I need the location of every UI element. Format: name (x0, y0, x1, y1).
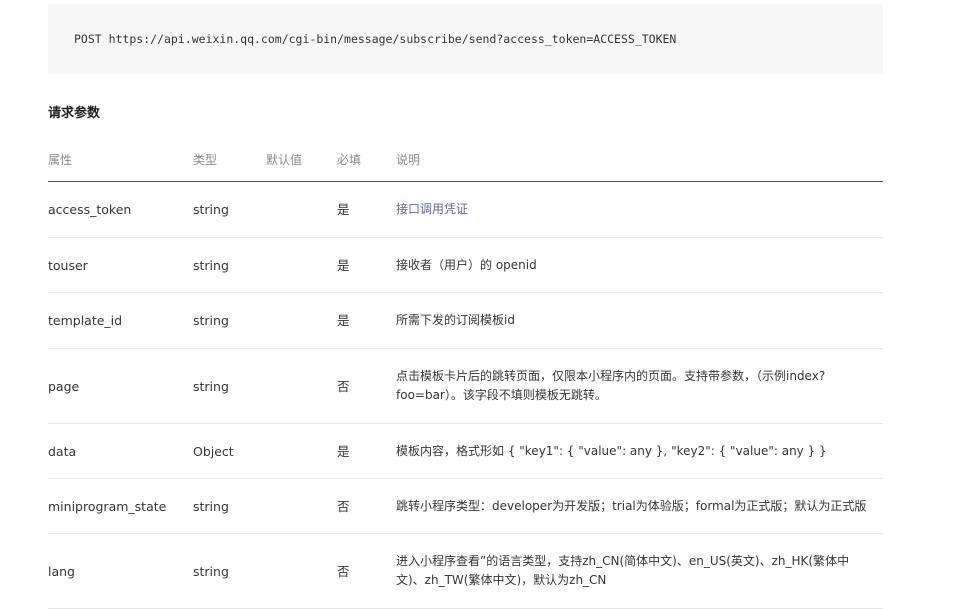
param-required: 是 (337, 181, 396, 238)
table-row: access_token string 是 接口调用凭证 (48, 181, 883, 238)
table-row: template_id string 是 所需下发的订阅模板id (48, 292, 883, 349)
param-required: 是 (337, 423, 396, 479)
param-type: string (193, 181, 266, 238)
header-type: 类型 (193, 142, 266, 182)
param-name: data (48, 423, 193, 479)
param-type: string (193, 292, 266, 349)
header-default: 默认值 (266, 142, 337, 182)
param-name: page (48, 348, 193, 424)
header-name: 属性 (48, 142, 193, 182)
access-token-doc-link[interactable]: 接口调用凭证 (396, 202, 468, 216)
param-name: access_token (48, 181, 193, 238)
param-type: Object (193, 423, 266, 479)
param-desc: 进入小程序查看”的语言类型，支持zh_CN(简体中文)、en_US(英文)、zh… (396, 533, 883, 609)
param-desc: 所需下发的订阅模板id (396, 292, 883, 349)
param-required: 是 (337, 292, 396, 349)
param-desc: 接收者（用户）的 openid (396, 237, 883, 293)
param-type: string (193, 237, 266, 293)
request-line: POST https://api.weixin.qq.com/cgi-bin/m… (74, 32, 677, 46)
param-required: 是 (337, 237, 396, 293)
param-default (266, 292, 337, 349)
param-default (266, 348, 337, 424)
param-name: lang (48, 533, 193, 609)
param-desc: 模板内容，格式形如 { "key1": { "value": any }, "k… (396, 423, 883, 479)
param-type: string (193, 533, 266, 609)
header-desc: 说明 (396, 142, 883, 182)
param-default (266, 181, 337, 238)
header-required: 必填 (337, 142, 396, 182)
param-required: 否 (337, 348, 396, 424)
params-table: 属性 类型 默认值 必填 说明 access_token string 是 接口… (48, 142, 883, 609)
param-default (266, 478, 337, 534)
param-desc: 跳转小程序类型：developer为开发版；trial为体验版；formal为正… (396, 478, 883, 534)
table-row: page string 否 点击模板卡片后的跳转页面，仅限本小程序内的页面。支持… (48, 348, 883, 424)
param-desc: 点击模板卡片后的跳转页面，仅限本小程序内的页面。支持带参数，（示例index?f… (396, 348, 883, 424)
doc-content: POST https://api.weixin.qq.com/cgi-bin/m… (48, 4, 883, 609)
param-default (266, 237, 337, 293)
param-type: string (193, 478, 266, 534)
param-default (266, 533, 337, 609)
param-required: 否 (337, 533, 396, 609)
params-table-header: 属性 类型 默认值 必填 说明 (48, 142, 883, 182)
param-desc: 接口调用凭证 (396, 181, 883, 238)
table-row: lang string 否 进入小程序查看”的语言类型，支持zh_CN(简体中文… (48, 533, 883, 609)
section-title: 请求参数 (48, 106, 101, 121)
table-row: miniprogram_state string 否 跳转小程序类型：devel… (48, 478, 883, 534)
request-code-block: POST https://api.weixin.qq.com/cgi-bin/m… (48, 4, 883, 74)
table-row: touser string 是 接收者（用户）的 openid (48, 237, 883, 293)
param-required: 否 (337, 478, 396, 534)
param-name: template_id (48, 292, 193, 349)
param-type: string (193, 348, 266, 424)
param-default (266, 423, 337, 479)
param-name: touser (48, 237, 193, 293)
param-name: miniprogram_state (48, 478, 193, 534)
table-row: data Object 是 模板内容，格式形如 { "key1": { "val… (48, 423, 883, 479)
